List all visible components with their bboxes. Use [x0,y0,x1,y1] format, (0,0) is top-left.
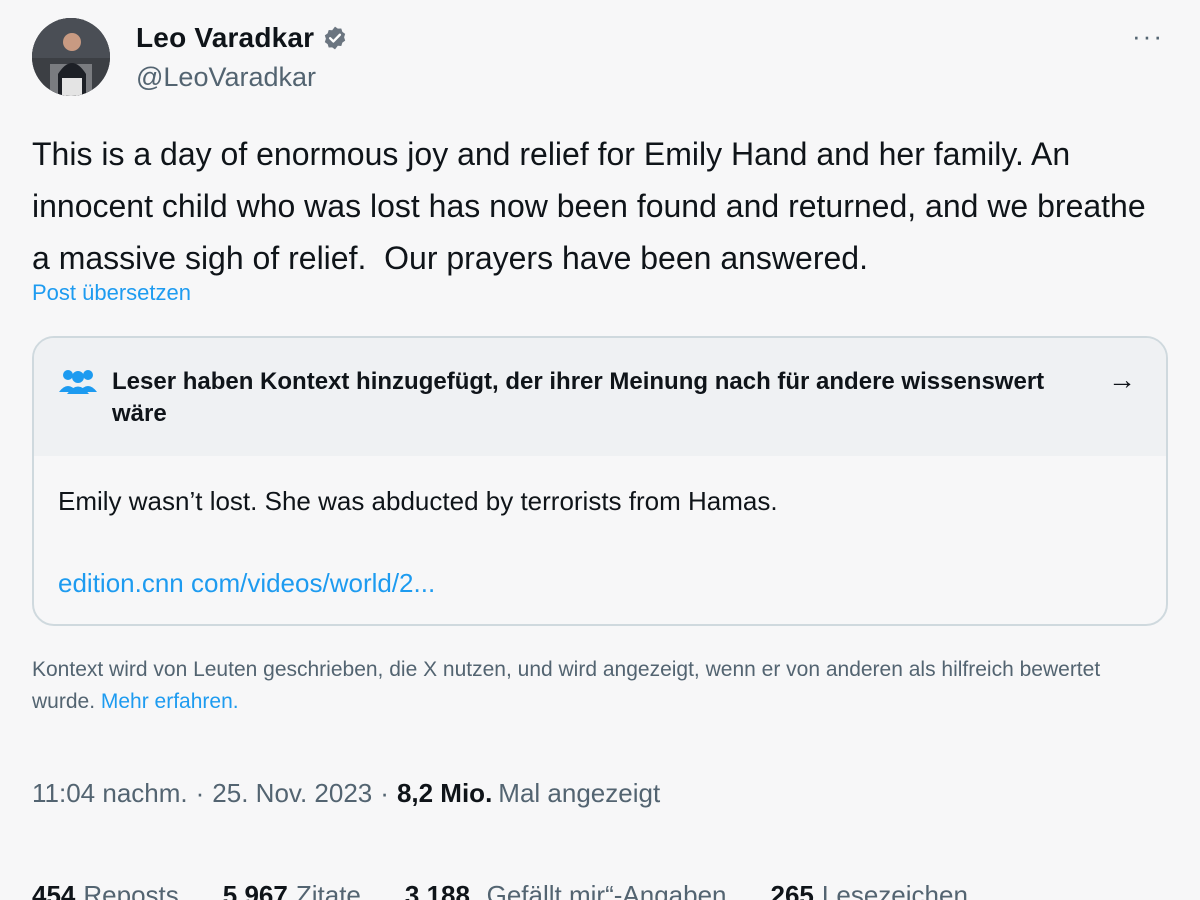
engagement-stats-row: 454 Reposts 5.967 Zitate 3.188 „Gefällt … [32,880,968,900]
post-meta-row: 11:04 nachm. · 25. Nov. 2023 · 8,2 Mio. … [32,778,660,809]
post-time[interactable]: 11:04 nachm. [32,778,188,809]
stat-bookmarks[interactable]: 265 Lesezeichen [771,880,968,900]
people-icon [59,370,97,394]
verified-badge-icon [325,26,346,50]
meta-separator: · [195,778,205,808]
avatar[interactable] [32,18,110,96]
tweet-text: This is a day of enormous joy and relief… [32,136,1155,276]
post-date[interactable]: 25. Nov. 2023 [212,778,372,809]
community-note-source-link[interactable]: edition.cnn com/videos/world/2... [58,568,435,599]
community-note-card: Leser haben Kontext hinzugefügt, der ihr… [32,336,1168,626]
stat-label: Reposts [83,880,179,900]
learn-more-link[interactable]: Mehr erfahren. [101,690,239,713]
avatar-photo-icon [32,18,110,96]
community-note-header[interactable]: Leser haben Kontext hinzugefügt, der ihr… [34,338,1166,456]
stat-count: 5.967 [222,880,288,900]
author-name-row[interactable]: Leo Varadkar [136,22,348,54]
arrow-right-icon[interactable]: → [1108,364,1136,396]
stat-label: Lesezeichen [821,880,968,900]
views-label: Mal angezeigt [498,778,661,808]
stat-label: Zitate [295,880,361,900]
stat-quotes[interactable]: 5.967 Zitate [223,880,361,900]
meta-separator: · [380,778,389,808]
stat-count: 265 [770,880,814,900]
stat-label: „Gefällt mir“-Angaben [477,880,727,900]
stat-count: 3.188 [404,880,470,900]
stat-reposts[interactable]: 454 Reposts [32,880,179,900]
translate-post-link[interactable]: Post übersetzen [32,280,191,306]
views-count: 8,2 Mio. [396,778,493,808]
stat-count: 454 [32,880,76,900]
community-note-body: Emily wasn’t lost. She was abducted by t… [58,486,778,516]
stat-likes[interactable]: 3.188 „Gefällt mir“-Angaben [405,880,727,900]
author-display-name[interactable]: Leo Varadkar [136,22,314,54]
more-options-icon[interactable]: ··· [1128,21,1168,51]
context-footnote: Kontext wird von Leuten geschrieben, die… [32,654,1162,718]
community-note-title: Leser haben Kontext hinzugefügt, der ihr… [112,368,1045,427]
author-handle[interactable]: @LeoVaradkar [136,62,316,93]
tweet-page: Leo Varadkar @LeoVaradkar ··· This is a … [0,0,1200,900]
